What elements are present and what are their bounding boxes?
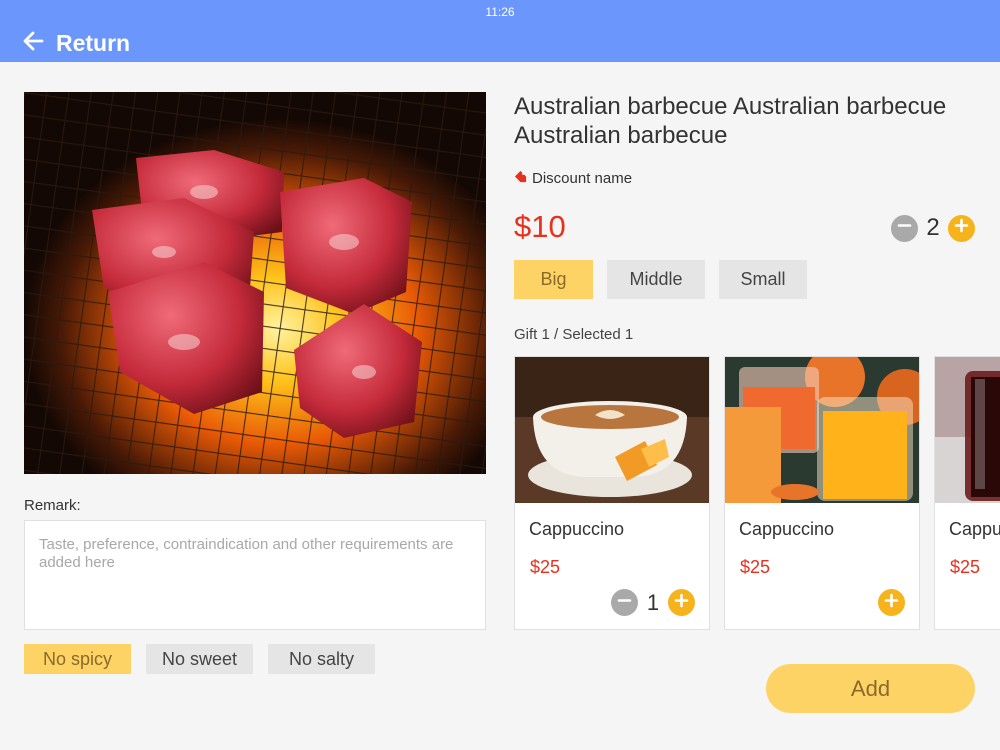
gift-quantity-value: 1: [646, 589, 660, 615]
status-bar-time: 11:26: [485, 5, 515, 19]
size-options: Big Middle Small: [514, 260, 821, 299]
gift-card[interactable]: Cappuccino $25 1: [514, 356, 710, 630]
size-middle-button[interactable]: Middle: [607, 260, 705, 299]
gift-list: Cappuccino $25 1 Cappuccino $25 Cappu $2…: [514, 356, 1000, 632]
gift-decrease-button[interactable]: [611, 589, 638, 616]
gift-name: Cappuccino: [739, 519, 835, 539]
gift-summary: Gift 1 / Selected 1: [514, 326, 634, 343]
quantity-value: 2: [926, 214, 940, 241]
return-button[interactable]: Return: [22, 28, 130, 58]
arrow-left-icon: [22, 30, 44, 57]
juice-photo: [725, 357, 919, 503]
remark-input[interactable]: [25, 521, 485, 629]
tag-no-spicy[interactable]: No spicy: [24, 644, 131, 674]
remark-box: [24, 520, 486, 630]
gift-price: $25: [740, 557, 771, 577]
gift-quantity-stepper: [878, 589, 905, 616]
gift-name: Cappuccino: [529, 519, 625, 539]
increase-quantity-button[interactable]: [948, 214, 975, 242]
gift-increase-button[interactable]: [668, 589, 695, 616]
discount-row: Discount name: [514, 170, 632, 187]
gift-increase-button[interactable]: [878, 589, 905, 616]
product-title: Australian barbecue Australian barbecue …: [514, 93, 947, 149]
top-bar: 11:26 Return: [0, 0, 1000, 62]
gift-price: $25: [950, 557, 981, 577]
gift-quantity-stepper: 1: [611, 589, 695, 616]
plus-icon: [954, 218, 969, 238]
decrease-quantity-button[interactable]: [891, 214, 918, 242]
product-price: $10: [514, 209, 566, 244]
gift-card[interactable]: Cappuccino $25: [724, 356, 920, 630]
size-big-button[interactable]: Big: [514, 260, 593, 299]
size-small-button[interactable]: Small: [719, 260, 807, 299]
gift-card[interactable]: Cappuccino $25: [934, 356, 1000, 630]
minus-icon: [617, 593, 632, 613]
quantity-stepper: 2: [891, 214, 975, 242]
discount-name: Discount name: [532, 170, 633, 187]
product-image: [24, 92, 486, 474]
gift-name: Cappuccino: [949, 519, 1000, 539]
tag-no-sweet[interactable]: No sweet: [146, 644, 253, 674]
plus-icon: [884, 593, 899, 613]
tag-no-salty[interactable]: No salty: [268, 644, 375, 674]
minus-icon: [897, 218, 912, 238]
cappuccino-photo: [515, 357, 709, 503]
remark-label: Remark:: [24, 497, 81, 514]
return-label: Return: [56, 29, 131, 56]
add-button[interactable]: Add: [766, 664, 975, 713]
plus-icon: [674, 593, 689, 613]
taste-tags: No spicy No sweet No salty: [24, 644, 390, 674]
gift-price: $25: [530, 557, 561, 577]
cola-photo: [935, 357, 1000, 503]
tag-icon: [514, 170, 532, 187]
